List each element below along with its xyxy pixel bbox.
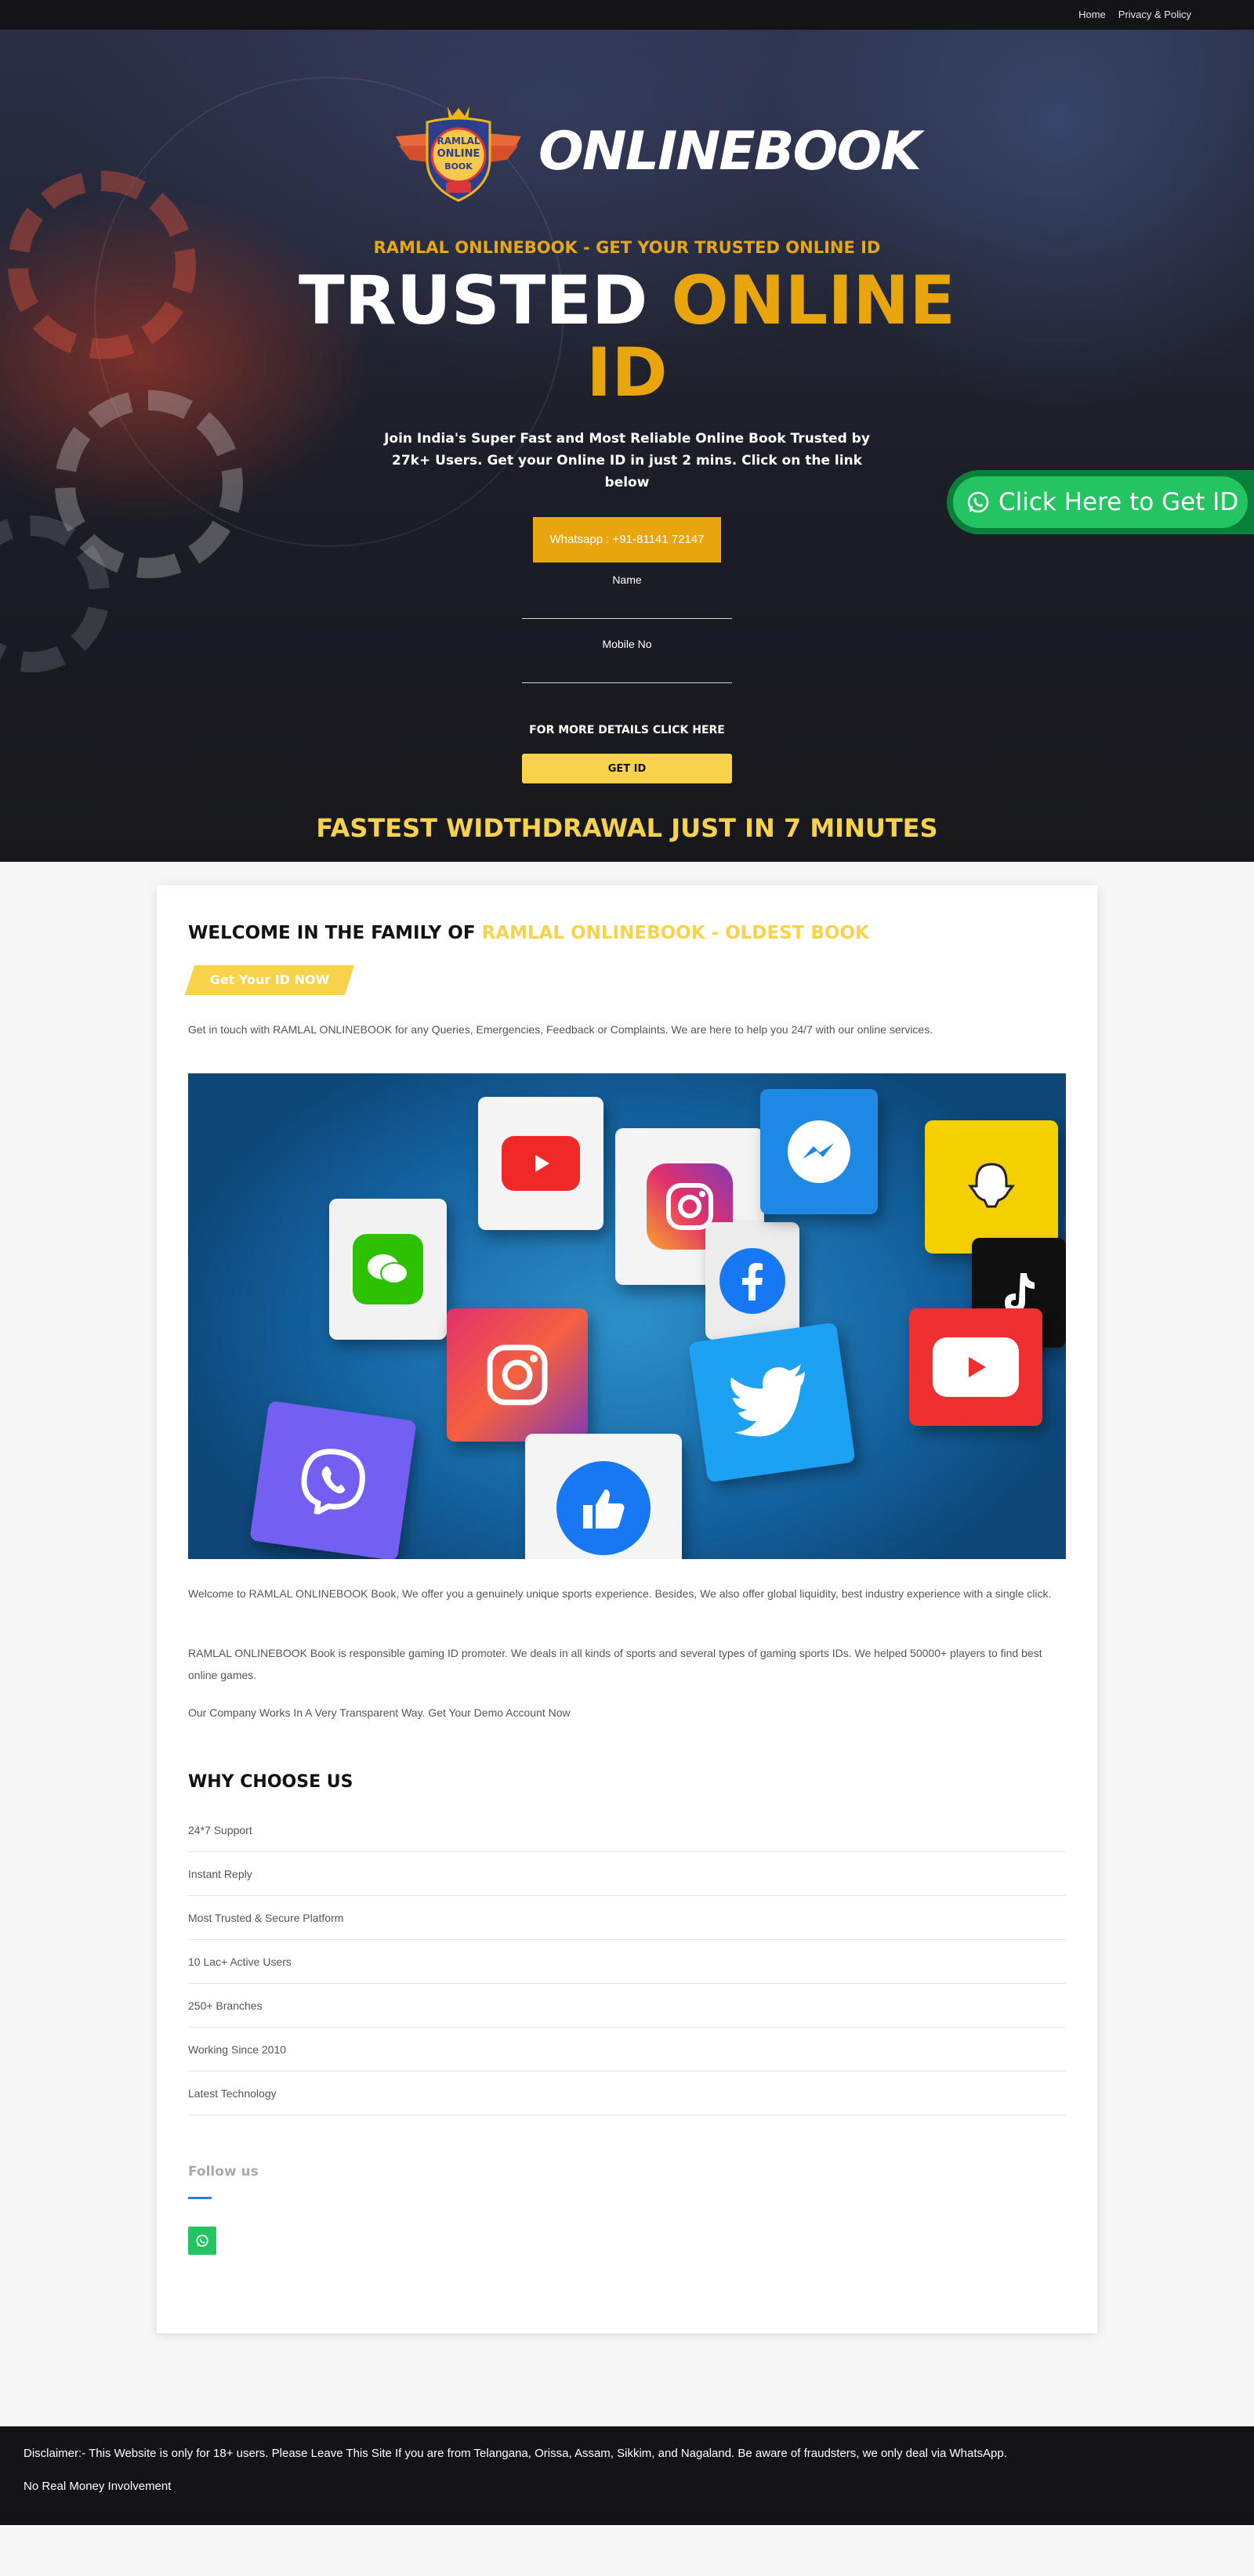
nav-home-link[interactable]: Home	[1078, 9, 1106, 20]
floating-get-id-button[interactable]: Click Here to Get ID	[947, 470, 1254, 534]
site-logo[interactable]: RAMLAL ONLINE BOOK ONLINEBOOK	[396, 97, 922, 207]
snapchat-cube	[925, 1120, 1058, 1254]
twitter-cube	[688, 1322, 856, 1483]
social-media-cubes-image	[188, 1073, 1066, 1559]
get-id-button[interactable]: GET ID	[522, 754, 732, 783]
facebook-cube	[705, 1222, 799, 1340]
whatsapp-icon	[967, 491, 989, 513]
name-input[interactable]	[522, 588, 732, 619]
contact-intro-text: Get in touch with RAMLAL ONLINEBOOK for …	[188, 1023, 933, 1036]
instagram-cube	[447, 1308, 588, 1442]
floating-get-id-inner[interactable]: Click Here to Get ID	[953, 476, 1248, 528]
tiktok-icon	[1002, 1272, 1036, 1314]
welcome-paragraph: Welcome to RAMLAL ONLINEBOOK Book, We of…	[188, 1587, 1052, 1600]
youtube-icon	[933, 1337, 1019, 1397]
top-nav-bar: Home Privacy & Policy	[0, 0, 1254, 30]
messenger-icon	[788, 1120, 850, 1183]
facebook-icon	[719, 1248, 785, 1314]
list-item: Instant Reply	[188, 1852, 1066, 1896]
wechat-cube	[329, 1199, 447, 1340]
casino-chip-decoration	[8, 171, 196, 359]
list-item: Working Since 2010	[188, 2028, 1066, 2071]
floating-button-label: Click Here to Get ID	[998, 488, 1239, 516]
viber-icon	[289, 1437, 378, 1525]
fastest-withdrawal-banner: FASTEST WIDTHDRAWAL JUST IN 7 MINUTES	[316, 813, 938, 843]
headline-white-part: TRUSTED	[298, 262, 648, 340]
youtube-icon	[502, 1136, 580, 1191]
why-choose-us-heading: WHY CHOOSE US	[188, 1772, 353, 1792]
more-details-text: FOR MORE DETAILS CLICK HERE	[529, 724, 725, 736]
instagram-icon	[474, 1332, 560, 1418]
nav-links: Home Privacy & Policy	[1078, 9, 1191, 20]
snapchat-icon	[960, 1156, 1023, 1218]
mobile-field-underline	[522, 682, 732, 683]
list-item: Most Trusted & Secure Platform	[188, 1896, 1066, 1940]
follow-us-heading: Follow us	[188, 2164, 259, 2180]
thumbs-up-icon	[556, 1461, 651, 1555]
promoter-paragraph: RAMLAL ONLINEBOOK Book is responsible ga…	[188, 1647, 1042, 1681]
svg-text:ONLINE: ONLINE	[437, 148, 480, 160]
brand-wordmark: ONLINEBOOK	[538, 121, 922, 183]
get-id-now-button[interactable]: Get Your ID NOW	[184, 965, 355, 995]
ramlal-emblem-logo: RAMLAL ONLINE BOOK	[396, 107, 521, 202]
svg-text:RAMLAL: RAMLAL	[437, 136, 480, 147]
main-content-card: WELCOME IN THE FAMILY OF RAMLAL ONLINEBO…	[157, 885, 1097, 2333]
twitter-icon	[724, 1362, 819, 1443]
list-item: Latest Technology	[188, 2071, 1066, 2115]
name-field-label: Name	[612, 573, 642, 586]
welcome-highlight: RAMLAL ONLINEBOOK - OLDEST BOOK	[481, 923, 869, 943]
whatsapp-social-button[interactable]	[188, 2227, 216, 2255]
list-item: 10 Lac+ Active Users	[188, 1940, 1066, 1984]
svg-text:BOOK: BOOK	[444, 161, 473, 172]
wechat-icon	[353, 1234, 423, 1304]
mobile-field-label: Mobile No	[602, 638, 652, 650]
youtube-cube	[909, 1308, 1042, 1426]
facebook-like-cube	[525, 1434, 682, 1559]
nav-privacy-link[interactable]: Privacy & Policy	[1118, 9, 1191, 20]
list-item: 250+ Branches	[188, 1984, 1066, 2028]
messenger-cube	[760, 1089, 878, 1214]
follow-us-underline	[188, 2197, 212, 2199]
footer-disclaimer: Disclaimer:- This Website is only for 18…	[24, 2447, 1007, 2460]
whatsapp-number-button[interactable]: Whatsapp : +91-81141 72147	[533, 517, 721, 563]
name-field-underline	[522, 618, 732, 619]
list-item: 24*7 Support	[188, 1808, 1066, 1852]
mobile-input[interactable]	[522, 652, 732, 683]
why-choose-us-list: 24*7 Support Instant Reply Most Trusted …	[188, 1808, 1066, 2115]
footer: Disclaimer:- This Website is only for 18…	[0, 2426, 1254, 2525]
get-id-now-label: Get Your ID NOW	[209, 972, 330, 987]
youtube-cube	[478, 1097, 603, 1230]
whatsapp-icon	[196, 2234, 208, 2247]
welcome-heading: WELCOME IN THE FAMILY OF RAMLAL ONLINEBO…	[188, 923, 869, 943]
footer-no-money-note: No Real Money Involvement	[24, 2480, 172, 2493]
welcome-prefix: WELCOME IN THE FAMILY OF	[188, 923, 476, 943]
hero-tagline: RAMLAL ONLINEBOOK - GET YOUR TRUSTED ONL…	[373, 238, 881, 257]
transparency-paragraph: Our Company Works In A Very Transparent …	[188, 1706, 571, 1719]
hero-section: RAMLAL ONLINE BOOK ONLINEBOOK RAMLAL ONL…	[0, 30, 1254, 862]
viber-cube	[249, 1400, 417, 1559]
hero-headline: TRUSTED ONLINE ID	[298, 265, 956, 409]
hero-subtitle: Join India's Super Fast and Most Reliabl…	[384, 431, 870, 490]
